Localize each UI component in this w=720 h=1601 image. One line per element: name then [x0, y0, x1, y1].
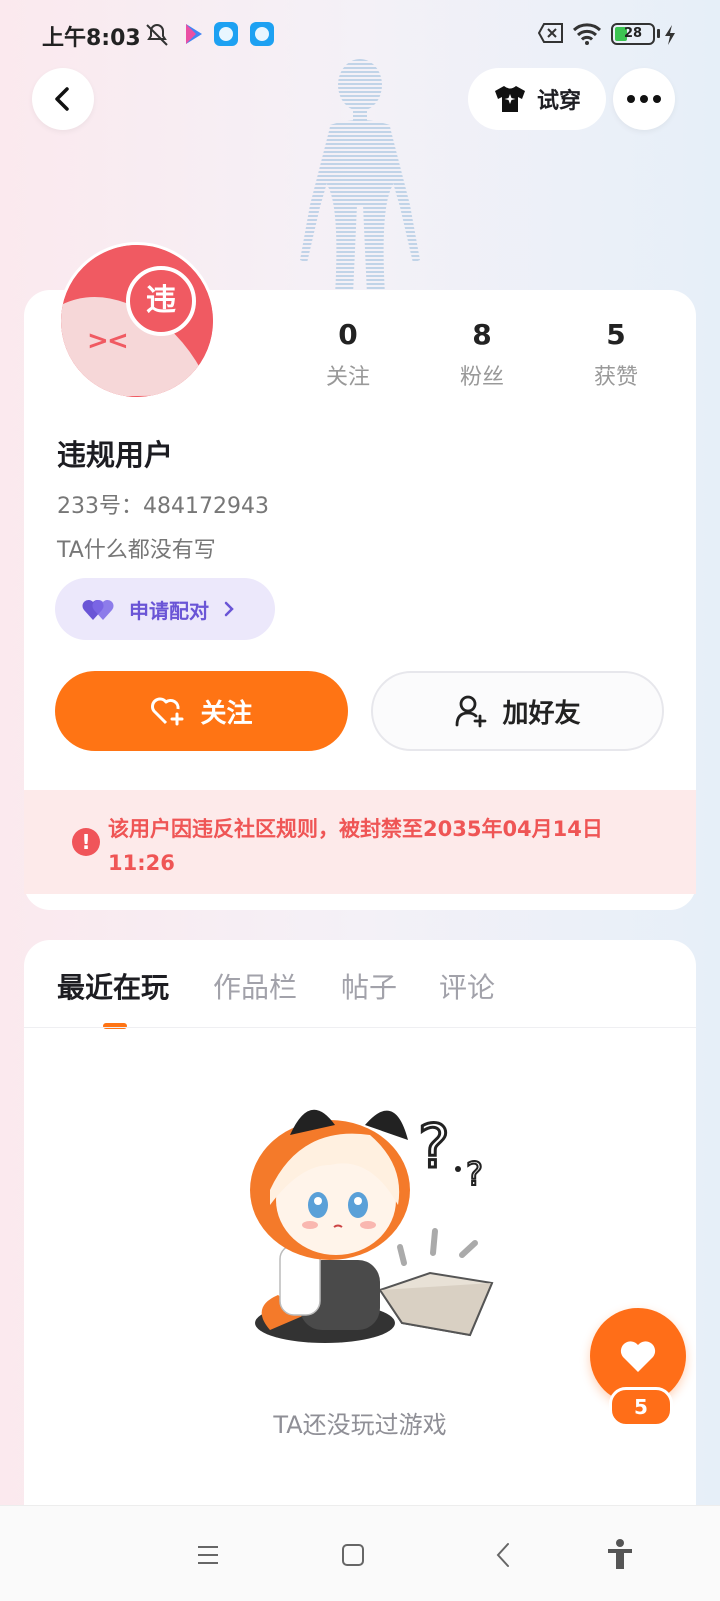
svg-text:<: < [107, 326, 129, 356]
user-id: 233号：484172943 [57, 494, 269, 519]
username: 违规用户 [57, 438, 174, 472]
tab-comments[interactable]: 评论 [439, 966, 495, 1006]
add-friend-button[interactable]: 加好友 [371, 671, 664, 751]
follow-label: 关注 [200, 698, 253, 729]
match-request-button[interactable]: 申请配对 [55, 578, 275, 640]
avatar-badge-text: 违 [146, 283, 176, 318]
chevron-left-icon [55, 87, 69, 111]
stat-likes[interactable]: 5 获赞 [566, 318, 666, 391]
bio: TA什么都没有写 [57, 538, 216, 563]
status-time: 上午8:03 [42, 26, 141, 51]
svg-text:>: > [87, 326, 109, 356]
empty-state-illustration: ? ? [250, 1109, 494, 1343]
person-plus-icon [456, 695, 487, 728]
stat-label: 获赞 [593, 365, 638, 390]
battery-tip [657, 29, 660, 38]
more-dots-icon [627, 95, 661, 103]
accessibility-icon[interactable] [606, 1538, 634, 1570]
app-notification-icon [250, 22, 274, 46]
stat-followers[interactable]: 8 粉丝 [432, 318, 532, 391]
tab-recently-played[interactable]: 最近在玩 [57, 966, 169, 1006]
avatar[interactable]: > < 违 [58, 242, 216, 400]
more-button[interactable] [613, 68, 675, 130]
charging-icon [665, 25, 675, 45]
add-friend-label: 加好友 [502, 698, 581, 729]
svg-text:?: ? [466, 1155, 483, 1193]
svg-text:?: ? [418, 1112, 450, 1182]
back-triangle-icon[interactable] [494, 1542, 512, 1568]
stat-value: 0 [338, 318, 358, 351]
tab-divider [24, 1027, 696, 1028]
shirt-icon [494, 86, 525, 112]
double-heart-icon [82, 599, 114, 620]
tab-works[interactable]: 作品栏 [213, 966, 297, 1006]
play-store-icon [186, 24, 202, 44]
match-request-label: 申请配对 [129, 598, 209, 623]
system-nav-bar [0, 1505, 720, 1601]
app-notification-icon [214, 22, 238, 46]
tab-indicator [103, 1023, 127, 1029]
try-on-button[interactable]: 试穿 [468, 68, 606, 130]
heart-icon [620, 1341, 656, 1372]
sim-off-icon [538, 23, 563, 43]
alert-icon: ! [72, 828, 100, 856]
stat-label: 关注 [325, 365, 370, 390]
battery-level: 28 [623, 26, 643, 41]
stat-value: 5 [606, 318, 626, 351]
like-count-badge: 5 [609, 1387, 673, 1427]
avatar-figure-silhouette [300, 59, 420, 295]
try-on-label: 试穿 [536, 89, 581, 114]
notification-muted-icon [146, 23, 168, 46]
square-icon[interactable] [340, 1542, 366, 1568]
tab-posts[interactable]: 帖子 [341, 966, 397, 1006]
stat-label: 粉丝 [459, 365, 504, 390]
battery-icon: 28 [611, 23, 655, 45]
chevron-right-icon [224, 601, 234, 617]
follow-button[interactable]: 关注 [55, 671, 348, 751]
ban-notice-text: 该用户因违反社区规则，被封禁至2035年04月14日 11:26 [108, 817, 603, 875]
heart-plus-icon [151, 697, 184, 726]
back-button[interactable] [32, 68, 94, 130]
wifi-icon [572, 23, 602, 45]
stat-following[interactable]: 0 关注 [298, 318, 398, 391]
stat-value: 8 [472, 318, 492, 351]
menu-icon[interactable] [196, 1544, 220, 1566]
